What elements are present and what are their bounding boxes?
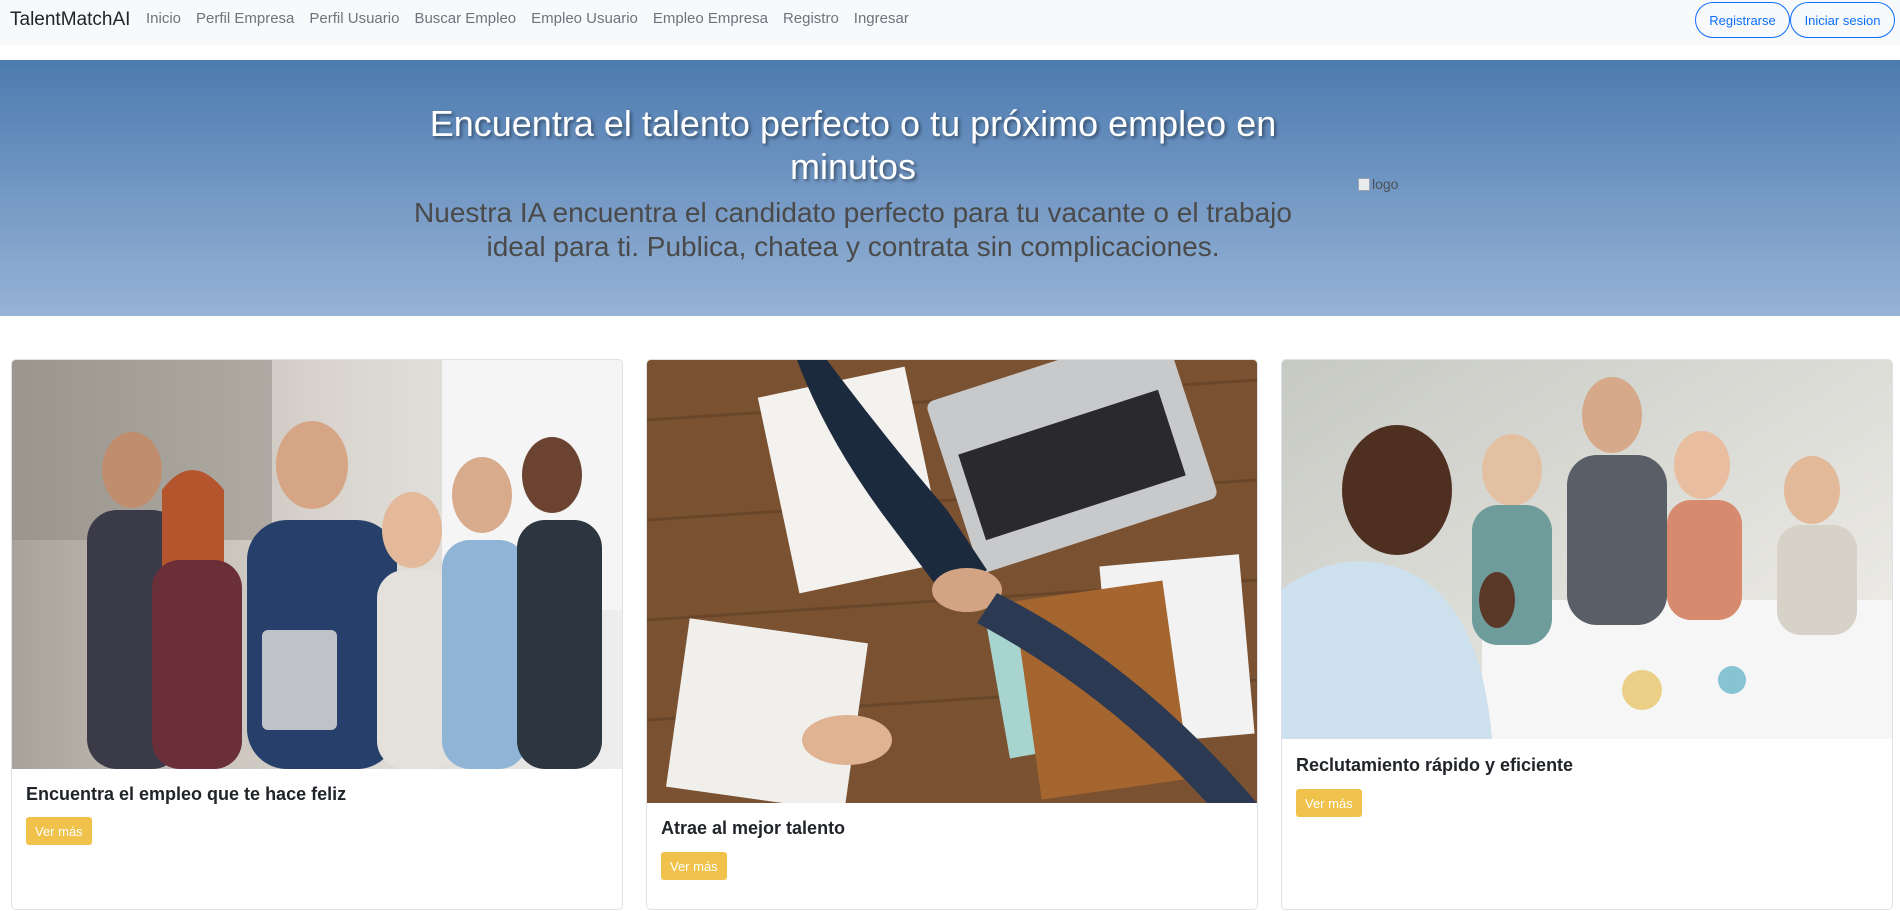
card-image-thumbs-up-photo bbox=[1282, 360, 1892, 739]
card-title: Reclutamiento rápido y eficiente bbox=[1296, 755, 1574, 775]
register-button[interactable]: Registrarse bbox=[1695, 2, 1790, 38]
logo-alt-text: logo bbox=[1372, 176, 1399, 192]
navbar: TalentMatchAI Inicio Perfil Empresa Perf… bbox=[0, 0, 1900, 45]
ver-mas-button[interactable]: Ver más bbox=[1296, 789, 1362, 817]
broken-image-icon bbox=[1358, 177, 1370, 191]
nav-links: Inicio Perfil Empresa Perfil Usuario Bus… bbox=[146, 10, 924, 27]
ver-mas-button[interactable]: Ver más bbox=[661, 852, 727, 880]
hero-subtitle: Nuestra IA encuentra el candidato perfec… bbox=[414, 197, 1292, 262]
card-find-job: Encuentra el empleo que te hace feliz Ve… bbox=[11, 359, 623, 910]
hero-title: Encuentra el talento perfecto o tu próxi… bbox=[429, 103, 1277, 187]
nav-link-inicio[interactable]: Inicio bbox=[146, 10, 181, 27]
nav-link-perfil-usuario[interactable]: Perfil Usuario bbox=[309, 10, 399, 27]
card-title: Encuentra el empleo que te hace feliz bbox=[26, 784, 347, 804]
card-image-handshake-photo bbox=[647, 360, 1257, 803]
card-fast-recruitment: Reclutamiento rápido y eficiente Ver más bbox=[1281, 359, 1893, 910]
nav-link-perfil-empresa[interactable]: Perfil Empresa bbox=[196, 10, 294, 27]
nav-link-registro[interactable]: Registro bbox=[783, 10, 839, 27]
card-title: Atrae al mejor talento bbox=[661, 818, 846, 838]
hero-banner: Encuentra el talento perfecto o tu próxi… bbox=[0, 60, 1900, 316]
card-image-team-photo bbox=[12, 360, 622, 769]
nav-link-empleo-usuario[interactable]: Empleo Usuario bbox=[531, 10, 638, 27]
brand-logo-text[interactable]: TalentMatchAI bbox=[10, 9, 130, 31]
nav-link-ingresar[interactable]: Ingresar bbox=[854, 10, 909, 27]
login-button[interactable]: Iniciar sesion bbox=[1790, 2, 1895, 38]
nav-link-buscar-empleo[interactable]: Buscar Empleo bbox=[414, 10, 516, 27]
ver-mas-button[interactable]: Ver más bbox=[26, 817, 92, 845]
hero-logo-image: logo bbox=[1358, 176, 1398, 192]
card-attract-talent: Atrae al mejor talento Ver más bbox=[646, 359, 1258, 910]
nav-link-empleo-empresa[interactable]: Empleo Empresa bbox=[653, 10, 768, 27]
